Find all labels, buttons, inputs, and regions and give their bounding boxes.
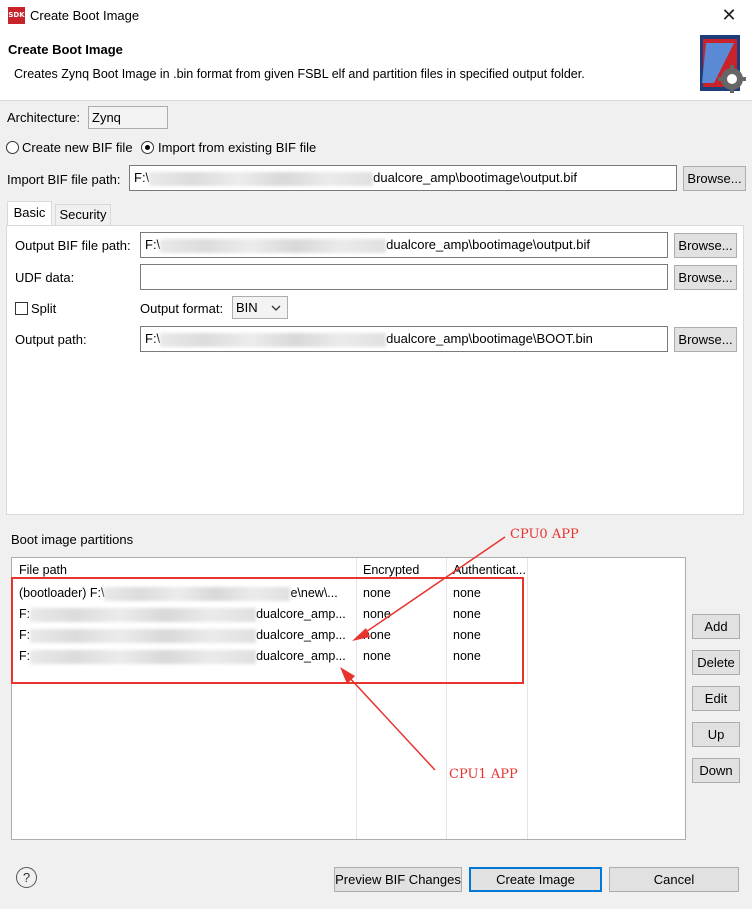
annotation-arrows (340, 536, 506, 771)
move-down-button[interactable]: Down (692, 758, 740, 783)
create-image-button[interactable]: Create Image (469, 867, 602, 892)
cpu0-arrowhead (352, 628, 370, 641)
help-icon[interactable]: ? (16, 867, 37, 888)
preview-bif-changes-button[interactable]: Preview BIF Changes (334, 867, 462, 892)
cpu0-arrow (359, 536, 506, 637)
cancel-button[interactable]: Cancel (609, 867, 739, 892)
delete-partition-button[interactable]: Delete (692, 650, 740, 675)
move-up-button[interactable]: Up (692, 722, 740, 747)
cpu1-arrow (346, 674, 436, 771)
edit-partition-button[interactable]: Edit (692, 686, 740, 711)
add-partition-button[interactable]: Add (692, 614, 740, 639)
